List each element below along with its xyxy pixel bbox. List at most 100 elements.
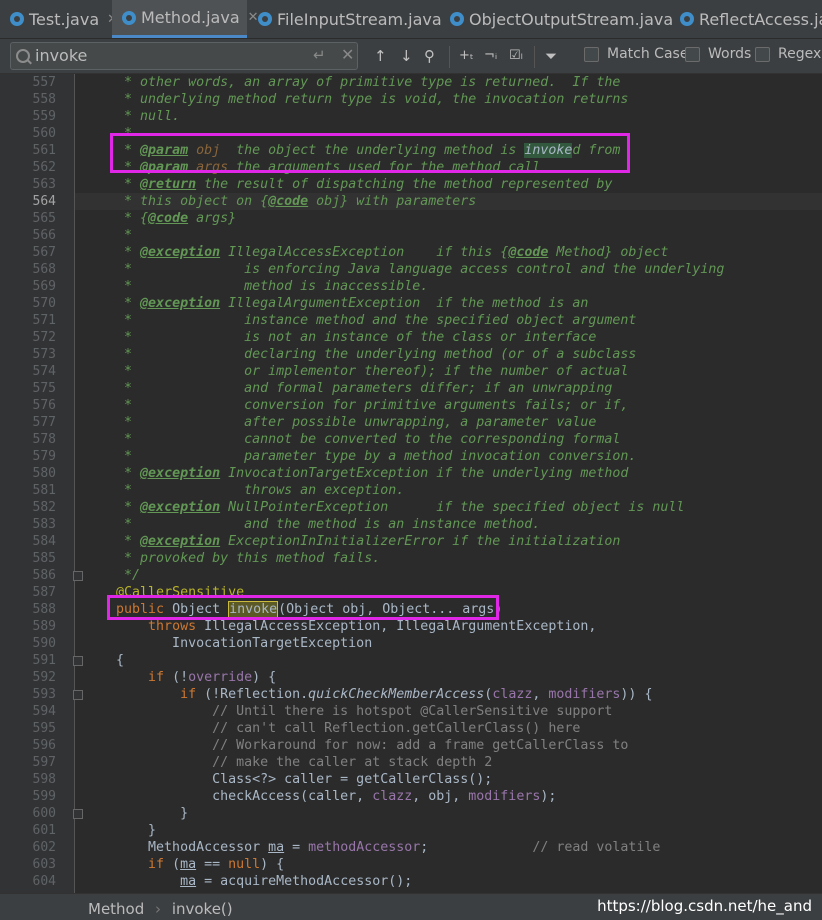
select-all-occurrences-icon[interactable]: ☑ₗ xyxy=(509,45,523,67)
code-line[interactable]: * @exception NullPointerException if the… xyxy=(84,499,684,516)
line-number: 590 xyxy=(32,636,56,651)
line-number: 595 xyxy=(32,721,56,736)
line-number: 581 xyxy=(32,483,56,498)
code-line[interactable]: * declaring the underlying method (or of… xyxy=(84,346,636,363)
code-line[interactable]: } xyxy=(84,805,188,822)
line-number: 566 xyxy=(32,228,56,243)
match-case-label: Match Case xyxy=(607,46,689,62)
find-toolbar: ↵ ✕ ↑ ↓ ⚲ +ₜ ¬ᵢ ☑ₗ ⏷ Match Case Words Re… xyxy=(0,39,822,74)
code-line[interactable]: * provoked by this method fails. xyxy=(84,550,380,567)
code-line[interactable]: // Workaround for now: add a frame getCa… xyxy=(84,737,628,754)
code-line[interactable]: * this object on {@code obj} with parame… xyxy=(84,193,476,210)
code-line[interactable]: throws IllegalAccessException, IllegalAr… xyxy=(84,618,596,635)
code-line[interactable]: * {@code args} xyxy=(84,210,236,227)
editor-tab-bar: Test.java✕Method.java✕FileInputStream.ja… xyxy=(0,0,822,39)
fold-marker-icon[interactable] xyxy=(73,656,83,666)
code-line[interactable]: Class<?> caller = getCallerClass(); xyxy=(84,771,492,788)
add-occurrence-icon[interactable]: +ₜ xyxy=(459,45,474,67)
code-line[interactable]: ma = acquireMethodAccessor(); xyxy=(84,873,412,890)
tab-fileinputstream-java[interactable]: FileInputStream.java✕ xyxy=(248,0,461,38)
code-line[interactable]: * and formal parameters differ; if an un… xyxy=(84,380,612,397)
code-line[interactable]: * xyxy=(84,227,132,244)
arrow-down-icon[interactable]: ↓ xyxy=(400,45,413,67)
code-line[interactable]: * parameter type by a method invocation … xyxy=(84,448,636,465)
code-line[interactable]: * cannot be converted to the correspondi… xyxy=(84,431,620,448)
code-line[interactable]: * @return the result of dispatching the … xyxy=(84,176,612,193)
checkbox-box[interactable] xyxy=(685,46,700,62)
code-line[interactable]: checkAccess(caller, clazz, obj, modifier… xyxy=(84,788,556,805)
line-number: 585 xyxy=(32,551,56,566)
code-line[interactable]: * after possible unwrapping, a parameter… xyxy=(84,414,596,431)
breadcrumb-class[interactable]: Method xyxy=(88,900,144,918)
code-line[interactable]: * @exception IllegalAccessException if t… xyxy=(84,244,668,261)
line-number: 574 xyxy=(32,364,56,379)
code-editor[interactable]: 557 558 559 560 561 562 563 564 565 566 567 568 569 5… xyxy=(0,74,822,893)
java-class-icon xyxy=(10,12,24,26)
tab-label: FileInputStream.java xyxy=(277,9,442,29)
code-line[interactable]: MethodAccessor ma = methodAccessor; // r… xyxy=(84,839,660,856)
words-checkbox[interactable]: Words xyxy=(685,46,751,62)
status-bar: Method › invoke() https://blog.csdn.net/… xyxy=(0,893,822,920)
code-line[interactable]: if (!Reflection.quickCheckMemberAccess(c… xyxy=(84,686,652,703)
line-number: 559 xyxy=(32,109,56,124)
code-line[interactable]: // can't call Reflection.getCallerClass(… xyxy=(84,720,580,737)
breadcrumb-method[interactable]: invoke() xyxy=(172,900,233,918)
code-line[interactable]: { xyxy=(84,652,124,669)
code-line[interactable]: * @exception InvocationTargetException i… xyxy=(84,465,628,482)
line-number: 571 xyxy=(32,313,56,328)
code-line[interactable]: * is not an instance of the class or int… xyxy=(84,329,596,346)
code-line[interactable]: * and the method is an instance method. xyxy=(84,516,540,533)
search-input[interactable] xyxy=(35,45,305,65)
words-label: Words xyxy=(708,46,752,62)
code-line[interactable]: InvocationTargetException xyxy=(84,635,372,652)
line-number-gutter[interactable]: 557 558 559 560 561 562 563 564 565 566 567 568 569 5… xyxy=(0,74,83,893)
code-line[interactable]: * throws an exception. xyxy=(84,482,404,499)
line-number: 576 xyxy=(32,398,56,413)
line-number: 572 xyxy=(32,330,56,345)
code-line[interactable]: * instance method and the specified obje… xyxy=(84,312,636,329)
code-line[interactable]: * or implementor thereof); if the number… xyxy=(84,363,628,380)
line-number: 588 xyxy=(32,602,56,617)
line-number: 570 xyxy=(32,296,56,311)
arrow-up-icon[interactable]: ↑ xyxy=(374,45,387,67)
tab-label: ReflectAccess.java xyxy=(699,9,822,29)
code-line[interactable]: } xyxy=(84,822,156,839)
fold-marker-icon[interactable] xyxy=(73,690,83,700)
filter-icon[interactable]: ⏷ xyxy=(545,45,557,67)
code-line[interactable]: * @exception ExceptionInInitializerError… xyxy=(84,533,620,550)
search-box[interactable]: ↵ ✕ xyxy=(10,42,358,70)
line-number: 593 xyxy=(32,687,56,702)
code-line[interactable]: if (!override) { xyxy=(84,669,276,686)
fold-marker-icon[interactable] xyxy=(73,571,83,581)
tab-test-java[interactable]: Test.java✕ xyxy=(0,0,118,38)
code-line[interactable]: * underlying method return type is void,… xyxy=(84,91,628,108)
remove-occurrence-icon[interactable]: ¬ᵢ xyxy=(484,45,497,67)
code-line[interactable]: * is enforcing Java language access cont… xyxy=(84,261,724,278)
code-line[interactable]: // make the caller at stack depth 2 xyxy=(84,754,492,771)
java-class-icon xyxy=(680,12,694,26)
fold-marker-icon[interactable] xyxy=(73,809,83,819)
checkbox-box[interactable] xyxy=(584,46,599,62)
java-class-icon xyxy=(258,12,272,26)
find-all-icon[interactable]: ⚲ xyxy=(424,45,435,67)
checkbox-box[interactable] xyxy=(755,46,770,62)
code-line[interactable]: if (ma == null) { xyxy=(84,856,284,873)
code-line[interactable]: */ xyxy=(84,567,140,584)
code-line[interactable]: // Until there is hotspot @CallerSensiti… xyxy=(84,703,612,720)
highlight-box-param-doc xyxy=(110,133,630,173)
search-icon[interactable] xyxy=(16,49,30,63)
code-line[interactable]: * null. xyxy=(84,108,180,125)
tab-method-java[interactable]: Method.java ✕ xyxy=(112,0,259,38)
breadcrumb-separator: › xyxy=(155,900,162,918)
regex-checkbox[interactable]: Regex xyxy=(755,46,821,62)
code-line[interactable]: * method is inaccessible. xyxy=(84,278,428,295)
toolbar-separator xyxy=(534,46,535,68)
code-line[interactable]: * @exception IllegalArgumentException if… xyxy=(84,295,588,312)
code-line[interactable]: * conversion for primitive arguments fai… xyxy=(84,397,628,414)
code-line[interactable]: * other words, an array of primitive typ… xyxy=(84,74,620,91)
tab-objectoutputstream-java[interactable]: ObjectOutputStream.java✕ xyxy=(440,0,692,38)
tab-reflectaccess-java[interactable]: ReflectAccess.java xyxy=(670,0,822,38)
clear-icon[interactable]: ✕ xyxy=(341,45,354,64)
tab-label: ObjectOutputStream.java xyxy=(469,9,674,29)
match-case-checkbox[interactable]: Match Case xyxy=(584,46,688,62)
